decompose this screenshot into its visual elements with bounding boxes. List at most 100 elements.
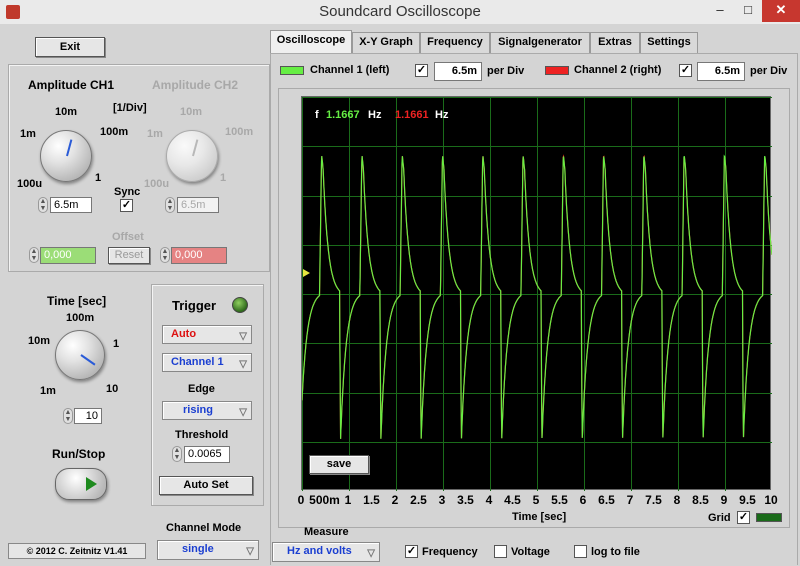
trigger-panel [151, 284, 264, 506]
oscilloscope-display[interactable]: f 1.1667 Hz 1.1661 Hz save [301, 96, 772, 491]
grid-color-swatch[interactable] [756, 513, 782, 522]
channel-mode-label: Channel Mode [166, 522, 242, 534]
x-tick-label: 0 [297, 493, 305, 507]
offset-ch2-field[interactable]: 0,000 [171, 247, 227, 264]
voltage-label: Voltage [511, 546, 550, 558]
channel-2-div-value[interactable]: 6.5m [697, 62, 745, 81]
minimize-button[interactable]: – [706, 0, 734, 22]
close-button[interactable]: ✕ [762, 0, 800, 22]
ch2-value-spinner[interactable]: ▲ ▼ [165, 197, 175, 213]
x-tick-label: 8.5 [692, 493, 709, 507]
channel-1-checkbox[interactable]: ✓ [415, 64, 428, 77]
waveform-chart [302, 97, 772, 491]
time-tick-100m: 100m [66, 312, 95, 324]
threshold-value[interactable]: 0.0065 [184, 446, 230, 463]
x-tick-label: 2.5 [410, 493, 427, 507]
time-tick-10: 10 [106, 383, 119, 395]
chevron-down-icon: ▽ [246, 546, 254, 557]
runstop-button[interactable] [55, 468, 107, 500]
voltage-checkbox[interactable] [494, 545, 507, 558]
grid-checkbox[interactable]: ✓ [737, 511, 750, 524]
time-knob[interactable] [55, 330, 105, 380]
ch2-freq-unit: Hz [435, 109, 449, 121]
copyright-label: © 2012 C. Zeitnitz V1.41 [8, 543, 146, 559]
x-tick-label: 1.5 [363, 493, 380, 507]
maximize-button[interactable]: □ [734, 0, 762, 22]
amplitude-ch2-knob[interactable] [166, 130, 218, 182]
edge-value: rising [183, 404, 213, 416]
x-tick-label: 1 [344, 493, 352, 507]
time-title: Time [sec] [47, 294, 107, 308]
channel-mode-dropdown[interactable]: single ▽ [157, 540, 259, 560]
offset-reset-button[interactable]: Reset [108, 247, 150, 264]
ch2-tick-10m: 10m [180, 106, 203, 118]
sync-label: Sync [114, 186, 141, 198]
time-value[interactable]: 10 [74, 408, 102, 424]
measure-mode-value: Hz and volts [287, 545, 352, 557]
trigger-channel-value: Channel 1 [171, 356, 224, 368]
channel-2-checkbox[interactable]: ✓ [679, 64, 692, 77]
frequency-label: Frequency [422, 546, 478, 558]
ch1-tick-100m: 100m [100, 126, 129, 138]
ch2-tick-1: 1 [220, 172, 227, 184]
log-to-file-checkbox[interactable] [574, 545, 587, 558]
trigger-channel-dropdown[interactable]: Channel 1 ▽ [162, 353, 252, 372]
offset-ch1-field[interactable]: 0,000 [40, 247, 96, 264]
offset-ch2-spinner[interactable]: ▲ ▼ [160, 247, 170, 263]
channel-mode-value: single [182, 543, 214, 555]
tab-extras[interactable]: Extras [590, 32, 640, 53]
ch1-tick-1m: 1m [20, 128, 36, 140]
threshold-spinner[interactable]: ▲ ▼ [172, 446, 182, 462]
ch1-tick-100u: 100u [17, 178, 43, 190]
ch1-value-spinner[interactable]: ▲ ▼ [38, 197, 48, 213]
offset-ch1-spinner[interactable]: ▲ ▼ [29, 247, 39, 263]
grid-label: Grid [708, 512, 731, 524]
frequency-checkbox[interactable]: ✓ [405, 545, 418, 558]
ch2-amplitude-value[interactable]: 6.5m [177, 197, 219, 213]
time-value-spinner[interactable]: ▲ ▼ [63, 408, 73, 424]
chevron-down-icon: ▽ [367, 548, 375, 559]
time-tick-1m: 1m [40, 385, 56, 397]
trigger-mode-dropdown[interactable]: Auto ▽ [162, 325, 252, 344]
amplitude-unit-label: [1/Div] [113, 102, 147, 114]
ch1-amplitude-value[interactable]: 6.5m [50, 197, 92, 213]
trigger-mode-value: Auto [171, 328, 197, 340]
trigger-level-marker[interactable] [303, 269, 310, 277]
ch1-frequency: 1.1667 [326, 109, 360, 121]
x-tick-label: 9.5 [739, 493, 756, 507]
title-bar: Soundcard Oscilloscope – □ ✕ [0, 0, 800, 24]
auto-set-button[interactable]: Auto Set [159, 476, 253, 495]
ch2-tick-1m: 1m [147, 128, 163, 140]
x-tick-label: 7 [626, 493, 634, 507]
channel-2-label: Channel 2 (right) [574, 64, 662, 76]
x-tick-label: 5 [532, 493, 540, 507]
channel-1-per-div: per Div [487, 65, 525, 77]
runstop-label: Run/Stop [52, 447, 106, 461]
tab-signalgenerator[interactable]: Signalgenerator [490, 32, 590, 53]
x-tick-label: 4.5 [504, 493, 521, 507]
channel-1-div-value[interactable]: 6.5m [434, 62, 482, 81]
x-tick-label: 8 [673, 493, 681, 507]
x-tick-label: 7.5 [645, 493, 662, 507]
edge-dropdown[interactable]: rising ▽ [162, 401, 252, 420]
tab-settings[interactable]: Settings [640, 32, 698, 53]
x-tick-label: 4 [485, 493, 493, 507]
ch1-tick-10m: 10m [55, 106, 78, 118]
edge-label: Edge [188, 383, 215, 395]
ch2-tick-100u: 100u [144, 178, 170, 190]
x-tick-label: 5.5 [551, 493, 568, 507]
measure-title: Measure [304, 526, 349, 538]
measure-mode-dropdown[interactable]: Hz and volts ▽ [272, 542, 380, 562]
x-tick-label: 9 [720, 493, 728, 507]
amplitude-ch1-knob[interactable] [40, 130, 92, 182]
channel-1-label: Channel 1 (left) [310, 64, 390, 76]
tab-xy-graph[interactable]: X-Y Graph [352, 32, 420, 53]
window-title: Soundcard Oscilloscope [319, 3, 481, 20]
tab-frequency[interactable]: Frequency [420, 32, 490, 53]
sync-checkbox[interactable]: ✓ [120, 199, 133, 212]
tab-oscilloscope[interactable]: Oscilloscope [270, 30, 352, 53]
save-button[interactable]: save [309, 455, 369, 474]
trigger-led-icon [232, 297, 248, 313]
channel-2-color-swatch [545, 66, 569, 75]
exit-button[interactable]: Exit [35, 37, 105, 57]
